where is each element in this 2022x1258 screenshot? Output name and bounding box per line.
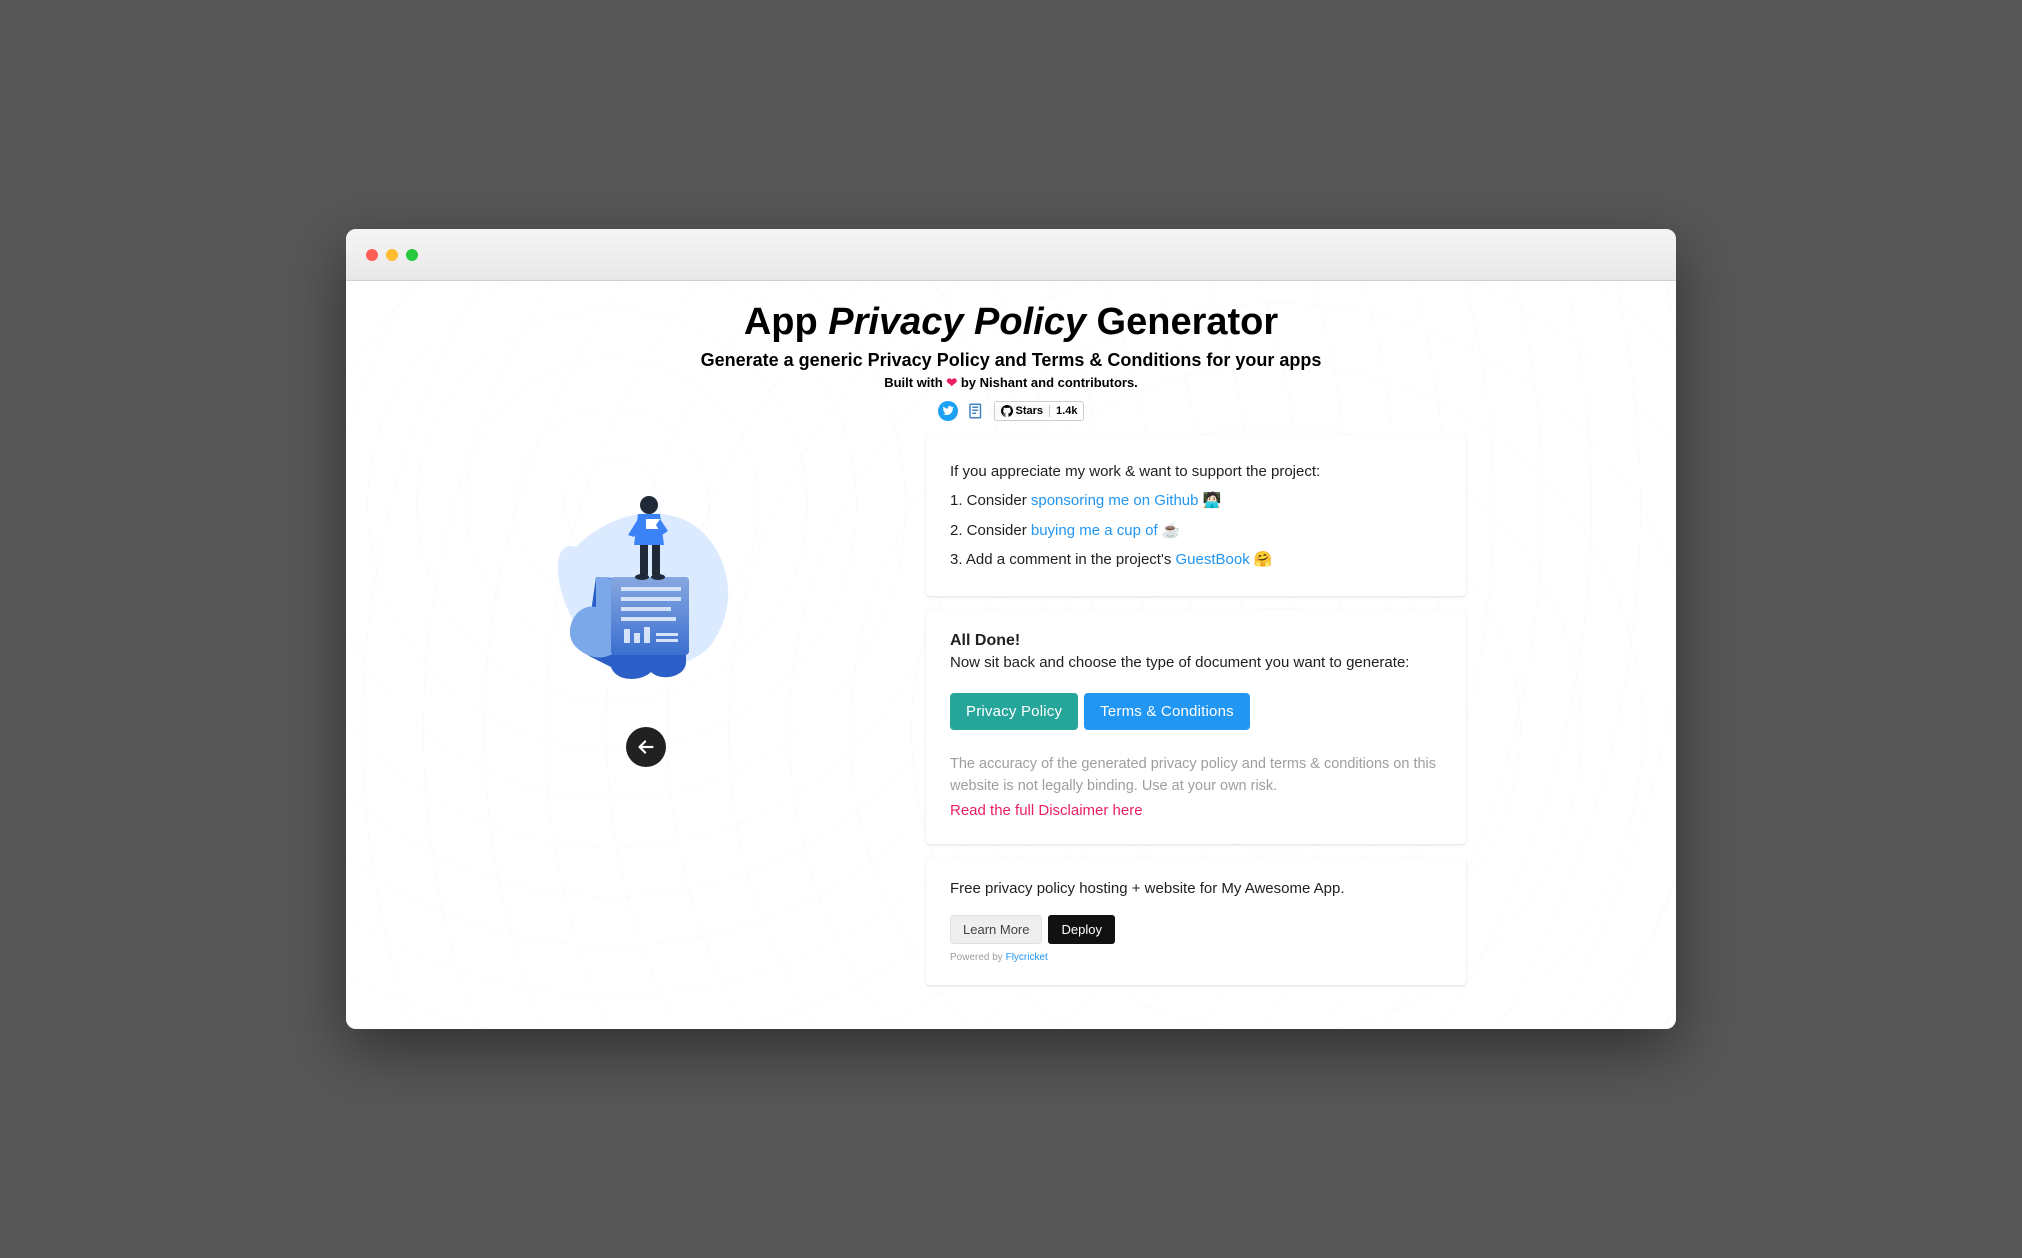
window-controls <box>366 249 418 261</box>
back-button[interactable] <box>626 727 666 767</box>
document-type-buttons: Privacy Policy Terms & Conditions <box>950 693 1442 730</box>
hosting-buttons: Learn More Deploy <box>950 915 1442 944</box>
page-content: App Privacy Policy Generator Generate a … <box>346 281 1676 1029</box>
gh-count: 1.4k <box>1050 405 1083 417</box>
built-post: by Nishant and contributors. <box>957 375 1138 390</box>
page-title: App Privacy Policy Generator <box>346 301 1676 344</box>
disclaimer-text: The accuracy of the generated privacy po… <box>950 756 1436 794</box>
sponsor-link[interactable]: sponsoring me on Github <box>1031 492 1199 509</box>
main-columns: If you appreciate my work & want to supp… <box>346 435 1676 1025</box>
twitter-icon[interactable] <box>938 401 958 421</box>
hero: App Privacy Policy Generator Generate a … <box>346 281 1676 435</box>
built-pre: Built with <box>884 375 946 390</box>
powered-by: Powered by Flycricket <box>950 952 1442 963</box>
heart-icon: ❤ <box>946 375 957 390</box>
disclaimer: The accuracy of the generated privacy po… <box>950 754 1442 822</box>
disclaimer-link[interactable]: Read the full Disclaimer here <box>950 800 1143 823</box>
title-italic: Privacy Policy <box>828 301 1086 343</box>
app-window: App Privacy Policy Generator Generate a … <box>346 229 1676 1029</box>
title-pre: App <box>744 301 828 343</box>
done-title: All Done! <box>950 632 1442 650</box>
right-column: If you appreciate my work & want to supp… <box>926 435 1466 985</box>
privacy-policy-button[interactable]: Privacy Policy <box>950 693 1078 730</box>
support-item-1: 1. Consider sponsoring me on Github 🧑🏻‍💻 <box>950 486 1442 515</box>
document-illustration <box>516 447 776 707</box>
built-with: Built with ❤ by Nishant and contributors… <box>346 375 1676 391</box>
deploy-button[interactable]: Deploy <box>1048 915 1114 944</box>
support-item-2: 2. Consider buying me a cup of ☕ <box>950 516 1442 545</box>
support-card: If you appreciate my work & want to supp… <box>926 435 1466 596</box>
titlebar <box>346 229 1676 281</box>
gh-label: Stars <box>1016 405 1044 417</box>
left-column <box>386 435 906 767</box>
learn-more-button[interactable]: Learn More <box>950 915 1042 944</box>
social-row: Stars 1.4k <box>346 401 1676 421</box>
done-subtitle: Now sit back and choose the type of docu… <box>950 654 1442 671</box>
support-intro: If you appreciate my work & want to supp… <box>950 457 1442 486</box>
minimize-icon[interactable] <box>386 249 398 261</box>
coffee-link[interactable]: buying me a cup of <box>1031 522 1158 539</box>
arrow-left-icon <box>635 736 657 758</box>
newspaper-icon[interactable] <box>966 401 986 421</box>
hosting-text: Free privacy policy hosting + website fo… <box>950 880 1442 897</box>
done-card: All Done! Now sit back and choose the ty… <box>926 610 1466 844</box>
github-stars-badge[interactable]: Stars 1.4k <box>994 401 1085 421</box>
title-post: Generator <box>1086 301 1278 343</box>
flycricket-link[interactable]: Flycricket <box>1006 952 1048 963</box>
close-icon[interactable] <box>366 249 378 261</box>
guestbook-link[interactable]: GuestBook <box>1175 551 1249 568</box>
page-subtitle: Generate a generic Privacy Policy and Te… <box>346 350 1676 371</box>
maximize-icon[interactable] <box>406 249 418 261</box>
hosting-card: Free privacy policy hosting + website fo… <box>926 858 1466 985</box>
terms-conditions-button[interactable]: Terms & Conditions <box>1084 693 1250 730</box>
support-item-3: 3. Add a comment in the project's GuestB… <box>950 545 1442 574</box>
